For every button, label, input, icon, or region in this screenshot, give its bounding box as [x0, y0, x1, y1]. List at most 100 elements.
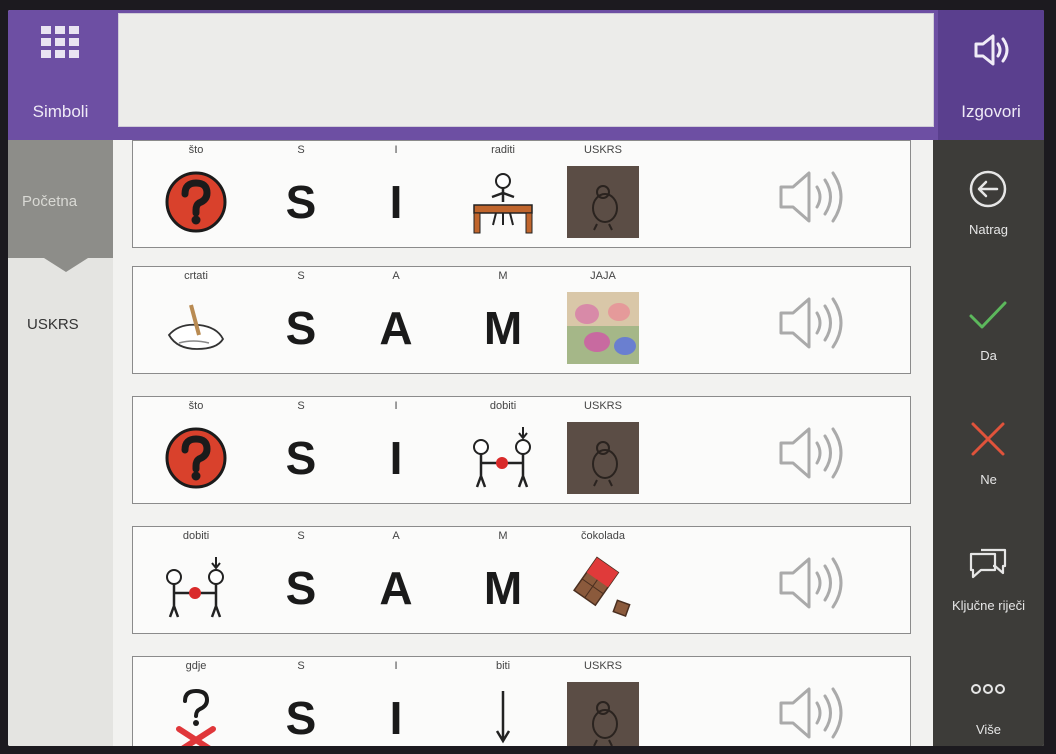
symbol-cell[interactable]: biti — [463, 657, 543, 746]
symbol-caption: dobiti — [182, 530, 210, 542]
symbol-caption: A — [392, 530, 400, 542]
speaker-icon — [974, 34, 1009, 66]
letter-cell[interactable]: S S — [261, 267, 341, 373]
letter-cell[interactable]: I I — [356, 141, 436, 247]
letter-symbol: I — [389, 692, 403, 744]
symbols-button[interactable]: Simboli — [8, 10, 113, 140]
speaker-icon[interactable] — [773, 421, 853, 485]
photo-cell[interactable]: JAJA — [563, 267, 643, 373]
chick-photo — [567, 682, 639, 746]
symbol-caption: što — [188, 400, 204, 412]
symbol-caption: gdje — [185, 660, 207, 672]
symbol-cell[interactable]: dobiti — [156, 527, 236, 633]
message-bar[interactable] — [118, 13, 934, 127]
sentence-row[interactable]: što S S I I raditi USKRS — [132, 140, 911, 248]
letter-symbol: M — [483, 302, 523, 354]
symbol-cell[interactable]: čokolada — [563, 527, 643, 633]
yes-button[interactable]: Da — [933, 266, 1044, 388]
chocolate-icon — [573, 556, 631, 617]
action-sidebar: Natrag Da Ne Ključne riječi Više — [933, 140, 1044, 746]
letter-cell[interactable]: S S — [261, 657, 341, 746]
letter-cell[interactable]: A A — [356, 527, 436, 633]
back-button[interactable]: Natrag — [933, 140, 1044, 262]
speaker-icon[interactable] — [773, 551, 853, 615]
symbol-caption: USKRS — [584, 400, 622, 412]
more-dots-icon — [971, 684, 1005, 694]
letter-symbol: S — [285, 562, 317, 614]
symbol-caption: raditi — [491, 144, 515, 156]
letter-symbol: S — [285, 302, 317, 354]
sentence-row[interactable]: što S S I I dobiti USKRS — [132, 396, 911, 504]
letter-cell[interactable]: S S — [261, 141, 341, 247]
grid-icon — [41, 26, 81, 58]
symbol-caption: dobiti — [489, 400, 517, 412]
yes-label: Da — [980, 348, 997, 363]
symbol-cell[interactable]: gdje — [156, 657, 236, 746]
letter-symbol: I — [389, 176, 403, 228]
symbol-caption: I — [394, 144, 398, 156]
speaker-icon[interactable] — [773, 681, 853, 745]
letter-symbol: S — [285, 692, 317, 744]
symbol-caption: S — [297, 270, 305, 282]
sentence-row[interactable]: dobiti S S A A M M čokolada — [132, 526, 911, 634]
be-icon — [495, 691, 511, 744]
question-mark-icon — [165, 171, 227, 233]
symbol-caption: S — [297, 400, 305, 412]
sentence-list: što S S I I raditi USKRS crtati S S A A … — [113, 140, 933, 746]
keywords-label: Ključne riječi — [952, 598, 1025, 613]
speak-label: Izgovori — [961, 102, 1021, 121]
more-button[interactable]: Više — [933, 640, 1044, 746]
sidebar-item-label: USKRS — [27, 316, 79, 333]
letter-cell[interactable]: I I — [356, 397, 436, 503]
symbol-caption: crtati — [184, 270, 208, 282]
letter-cell[interactable]: S S — [261, 397, 341, 503]
symbol-cell[interactable]: crtati — [156, 267, 236, 373]
symbol-caption: M — [498, 530, 508, 542]
active-indicator — [44, 258, 88, 272]
letter-cell[interactable]: M M — [463, 267, 543, 373]
symbol-cell[interactable]: što — [156, 141, 236, 247]
letter-cell[interactable]: M M — [463, 527, 543, 633]
checkmark-icon — [969, 301, 1007, 329]
speak-button[interactable]: Izgovori — [938, 10, 1044, 140]
letter-cell[interactable]: S S — [261, 527, 341, 633]
symbol-caption: biti — [495, 660, 511, 672]
symbols-label: Simboli — [32, 102, 89, 121]
photo-cell[interactable]: USKRS — [563, 141, 643, 247]
letter-symbol: M — [483, 562, 523, 614]
sidebar-item-uskrs[interactable]: USKRS — [8, 272, 113, 372]
symbol-caption: JAJA — [590, 270, 616, 282]
symbol-caption: USKRS — [584, 660, 622, 672]
photo-cell[interactable]: USKRS — [563, 657, 643, 746]
no-label: Ne — [980, 472, 997, 487]
speaker-icon[interactable] — [773, 165, 853, 229]
chick-photo — [567, 166, 639, 238]
symbol-caption: I — [394, 400, 398, 412]
category-sidebar: Početna USKRS — [8, 140, 113, 746]
sentence-row[interactable]: crtati S S A A M M JAJA — [132, 266, 911, 374]
letter-cell[interactable]: A A — [356, 267, 436, 373]
letter-symbol: I — [389, 432, 403, 484]
symbol-caption: I — [394, 660, 398, 672]
chat-bubbles-icon — [969, 548, 1007, 579]
sentence-row[interactable]: gdje S S I I biti USKRS — [132, 656, 911, 746]
symbol-cell[interactable]: što — [156, 397, 236, 503]
letter-cell[interactable]: I I — [356, 657, 436, 746]
symbol-caption: S — [297, 660, 305, 672]
letter-symbol: S — [285, 432, 317, 484]
letter-symbol: A — [379, 562, 413, 614]
symbol-cell[interactable]: dobiti — [463, 397, 543, 503]
drawing-hand-icon — [167, 304, 225, 350]
symbol-caption: čokolada — [580, 530, 626, 542]
cross-icon — [971, 422, 1005, 456]
no-button[interactable]: Ne — [933, 390, 1044, 512]
symbol-cell[interactable]: raditi — [463, 141, 543, 247]
photo-cell[interactable]: USKRS — [563, 397, 643, 503]
top-bar: Simboli Izgovori — [8, 10, 1044, 140]
symbol-caption: što — [188, 144, 204, 156]
speaker-icon[interactable] — [773, 291, 853, 355]
where-icon — [176, 688, 216, 746]
receive-icon — [166, 557, 224, 618]
sidebar-item-pocetna[interactable]: Početna — [8, 140, 113, 272]
keywords-button[interactable]: Ključne riječi — [933, 516, 1044, 638]
